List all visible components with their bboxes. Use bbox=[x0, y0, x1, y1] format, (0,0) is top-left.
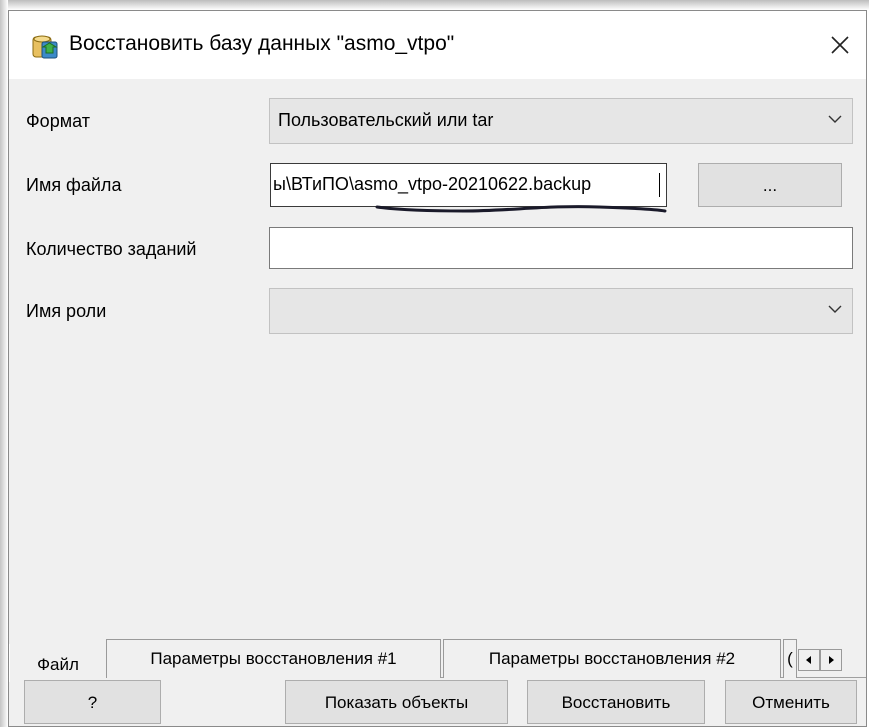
help-button[interactable]: ? bbox=[24, 680, 161, 724]
browse-button[interactable]: ... bbox=[698, 163, 842, 207]
role-label: Имя роли bbox=[26, 301, 107, 321]
jobs-label: Количество заданий bbox=[26, 239, 197, 259]
chevron-down-icon bbox=[828, 305, 842, 313]
close-icon bbox=[831, 36, 849, 54]
tab-scroll-right-button[interactable] bbox=[820, 649, 842, 671]
desktop-shadow-top bbox=[0, 0, 869, 10]
restore-dialog: Восстановить базу данных "asmo_vtpo" Фор… bbox=[8, 10, 867, 727]
tab-restore-options-2[interactable]: Параметры восстановления #2 bbox=[443, 639, 781, 678]
jobs-input[interactable] bbox=[269, 227, 853, 269]
tab-next-partial[interactable]: ( bbox=[783, 639, 797, 678]
chevron-down-icon bbox=[828, 115, 842, 123]
format-label: Формат bbox=[26, 111, 90, 131]
tab-file[interactable]: Файл bbox=[9, 644, 106, 682]
tab-restore-options-1[interactable]: Параметры восстановления #1 bbox=[106, 639, 441, 678]
restore-button[interactable]: Восстановить bbox=[527, 680, 705, 724]
text-caret bbox=[659, 173, 660, 197]
window-title: Восстановить базу данных "asmo_vtpo" bbox=[69, 32, 455, 55]
role-select[interactable] bbox=[269, 288, 853, 334]
tab-scroll-left-button[interactable] bbox=[798, 649, 820, 671]
dialog-body: Формат Пользовательский или tar Имя файл… bbox=[9, 79, 866, 726]
filename-label: Имя файла bbox=[26, 175, 122, 195]
format-value: Пользовательский или tar bbox=[278, 110, 494, 130]
format-select[interactable]: Пользовательский или tar bbox=[269, 98, 853, 144]
triangle-right-icon bbox=[829, 656, 834, 664]
cancel-button[interactable]: Отменить bbox=[725, 680, 857, 724]
database-restore-icon bbox=[32, 33, 58, 59]
show-objects-button[interactable]: Показать объекты bbox=[285, 680, 508, 724]
handwritten-underline bbox=[375, 205, 667, 213]
title-bar[interactable]: Восстановить базу данных "asmo_vtpo" bbox=[9, 11, 866, 79]
triangle-left-icon bbox=[806, 656, 811, 664]
close-button[interactable] bbox=[820, 25, 860, 65]
desktop-shadow-left bbox=[0, 0, 8, 727]
filename-value: ы\ВТиПО\asmo_vtpo-20210622.backup bbox=[273, 174, 592, 194]
